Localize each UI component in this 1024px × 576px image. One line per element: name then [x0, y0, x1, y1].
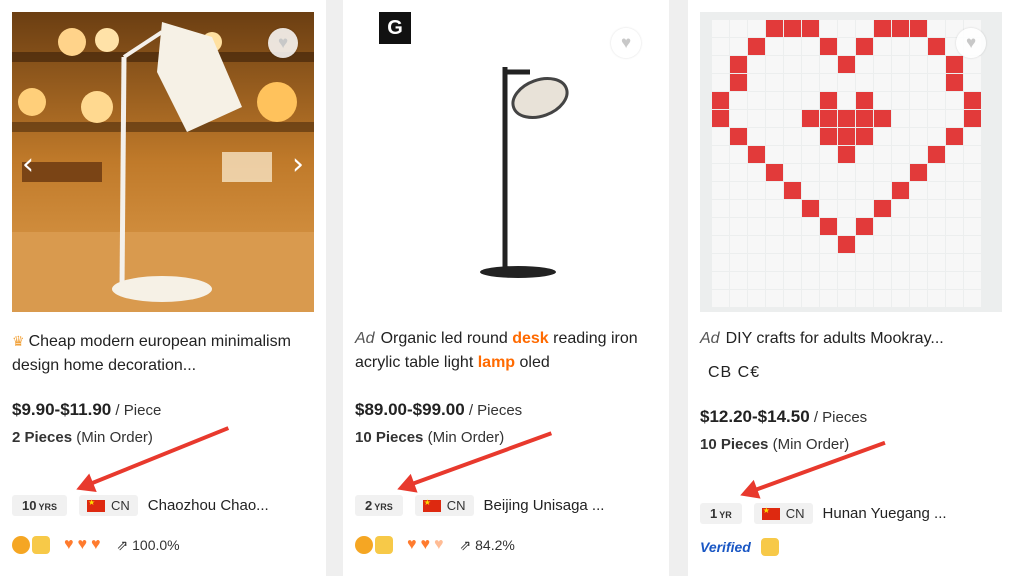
- moq-count: 10 Pieces: [700, 436, 769, 453]
- product-card[interactable]: ♥ ‹ › ♛ Cheap modern european minimalism …: [0, 0, 326, 576]
- favorite-heart-icon[interactable]: ♥: [611, 28, 641, 58]
- verified-badge: Verified: [700, 539, 751, 555]
- min-order: 2 Pieces (Min Order): [12, 429, 153, 446]
- years-value: 2: [365, 498, 373, 513]
- product-title-text[interactable]: Cheap modern european minimalism design …: [12, 333, 291, 374]
- china-flag-icon: [422, 498, 441, 512]
- moq-label: (Min Order): [768, 436, 850, 453]
- rating-heart-icon: ♥: [420, 536, 431, 553]
- min-order: 10 Pieces (Min Order): [700, 436, 849, 453]
- product-grid: ♥ ‹ › ♛ Cheap modern european minimalism …: [0, 0, 1024, 576]
- rating-heart-icon: ♥: [407, 536, 417, 553]
- country-badge: CN: [78, 495, 138, 516]
- supplier-name[interactable]: Chaozhou Chao...: [148, 497, 269, 514]
- product-title[interactable]: Ad Organic led round desk reading iron ac…: [355, 327, 655, 375]
- years-value: 10: [22, 498, 37, 513]
- price: $12.20-$14.50 / Pieces: [700, 407, 867, 427]
- favorite-heart-icon[interactable]: ♥: [956, 28, 986, 58]
- title-part[interactable]: Organic led round: [381, 330, 513, 347]
- response-rate-value: 100.0%: [132, 536, 180, 553]
- supplier-badges: ♥ ♥ ♥ ⇗ 84.2%: [355, 536, 515, 554]
- country-badge: CN: [753, 503, 813, 524]
- country-code: CN: [785, 506, 805, 521]
- price-unit: / Pieces: [809, 409, 868, 426]
- product-title-text[interactable]: DIY crafts for adults Mookray...: [726, 330, 944, 347]
- product-card[interactable]: ♥ Ad DIY crafts for adults Mookray... CB …: [688, 0, 1024, 576]
- response-rate: ⇗ 100.0%: [116, 536, 180, 553]
- supplier-badges: ♥ ♥ ♥ ⇗ 100.0%: [12, 536, 180, 554]
- heart-pixel-photo: [700, 12, 1002, 312]
- assessed-supplier-icon: [32, 536, 50, 554]
- country-badge: CN: [414, 495, 474, 516]
- moq-label: (Min Order): [423, 429, 505, 446]
- price: $89.00-$99.00 / Pieces: [355, 400, 522, 420]
- china-flag-icon: [761, 506, 780, 520]
- rating-heart-icon: ♥: [64, 536, 74, 553]
- price: $9.90-$11.90 / Piece: [12, 400, 161, 420]
- product-image[interactable]: G ♥: [355, 12, 657, 312]
- ad-label: Ad: [355, 330, 375, 347]
- next-image-icon[interactable]: ›: [292, 150, 304, 180]
- product-image[interactable]: ♥ ‹ ›: [12, 12, 314, 312]
- product-title[interactable]: Ad DIY crafts for adults Mookray...: [700, 327, 1000, 351]
- favorite-heart-icon[interactable]: ♥: [268, 28, 298, 58]
- years-badge: 2 YRS: [355, 495, 403, 516]
- rating-half-heart-icon: ♥: [434, 536, 444, 553]
- china-flag-icon: [86, 498, 105, 512]
- brand-logo-icon: G: [379, 12, 411, 44]
- price-range: $9.90-$11.90: [12, 400, 112, 419]
- country-code: CN: [110, 498, 130, 513]
- years-value: 1: [710, 506, 718, 521]
- assessed-supplier-icon: [375, 536, 393, 554]
- years-badge: 10 YRS: [12, 495, 67, 516]
- years-unit: YR: [719, 510, 732, 520]
- years-badge: 1 YR: [700, 503, 742, 524]
- gold-supplier-icon: [12, 536, 30, 554]
- prev-image-icon[interactable]: ‹: [22, 150, 34, 180]
- rating-heart-icon: ♥: [91, 536, 101, 553]
- supplier-name[interactable]: Hunan Yuegang ...: [823, 505, 947, 522]
- product-title[interactable]: ♛ Cheap modern european minimalism design…: [12, 329, 312, 378]
- min-order: 10 Pieces (Min Order): [355, 429, 504, 446]
- assessed-supplier-icon: [760, 538, 779, 556]
- supplier-badges: Verified: [700, 538, 793, 556]
- supplier-row: 1YR CN Hunan Yuegang ...: [700, 503, 1000, 524]
- certification-icons: CB C€: [708, 364, 761, 381]
- supplier-name[interactable]: Beijing Unisaga ...: [484, 497, 605, 514]
- ad-label: Ad: [700, 330, 720, 347]
- price-unit: / Pieces: [464, 402, 523, 419]
- lamp-photo: [12, 12, 314, 312]
- crown-icon: ♛: [12, 333, 25, 349]
- supplier-row: 10YRS CN Chaozhou Chao...: [12, 495, 312, 516]
- price-range: $89.00-$99.00: [355, 400, 465, 419]
- title-part[interactable]: oled: [515, 354, 550, 371]
- country-code: CN: [446, 498, 466, 513]
- years-unit: YRS: [38, 502, 57, 512]
- moq-count: 2 Pieces: [12, 429, 73, 446]
- years-unit: YRS: [374, 502, 393, 512]
- moq-label: (Min Order): [72, 429, 153, 446]
- rating-heart-icon: ♥: [77, 536, 88, 553]
- response-rate: ⇗ 84.2%: [459, 536, 515, 553]
- lamp-photo: [355, 12, 657, 312]
- product-image[interactable]: ♥: [700, 12, 1002, 312]
- price-range: $12.20-$14.50: [700, 407, 810, 426]
- response-rate-value: 84.2%: [475, 536, 515, 553]
- moq-count: 10 Pieces: [355, 429, 424, 446]
- title-highlight[interactable]: lamp: [478, 354, 515, 371]
- gold-supplier-icon: [355, 536, 373, 554]
- title-highlight[interactable]: desk: [512, 330, 548, 347]
- price-unit: / Piece: [111, 402, 162, 419]
- product-card[interactable]: G ♥ Ad Organic led round desk reading iro…: [343, 0, 669, 576]
